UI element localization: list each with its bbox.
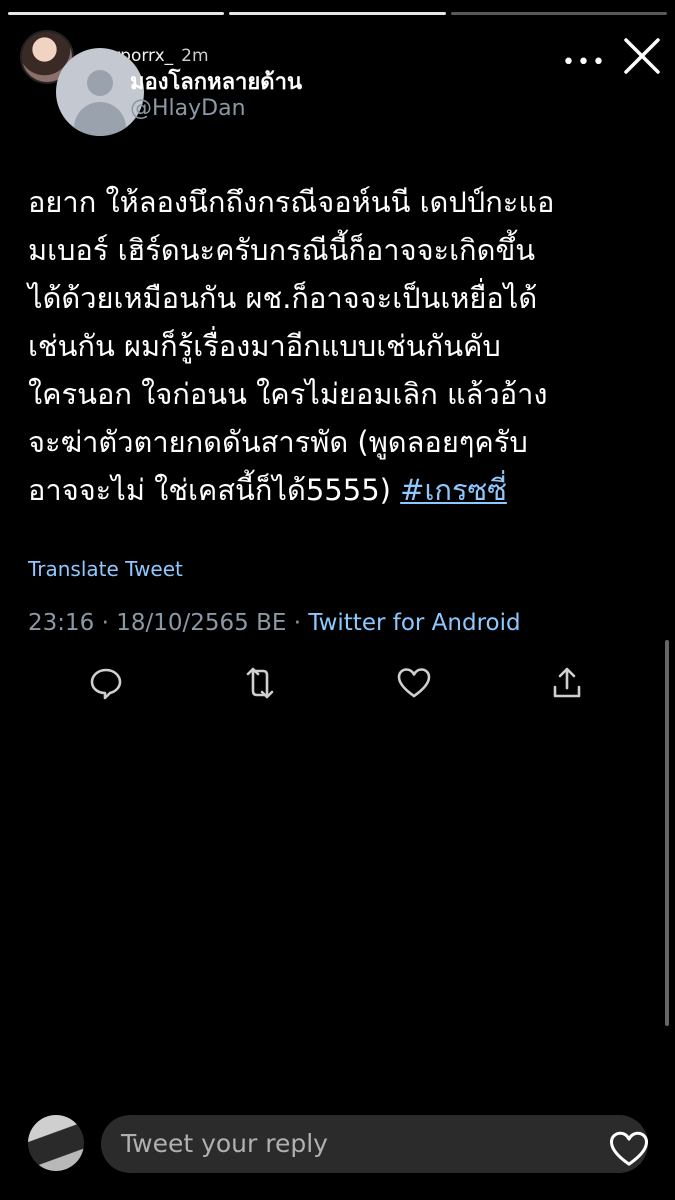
translate-tweet-link[interactable]: Translate Tweet [28,557,183,581]
tweet-text-fragment: อาจจะไม่ ใช่เคสนี้ก็ได้5555) [28,473,401,507]
tweet-display-name[interactable]: มองโลกหลายด้าน [130,64,302,99]
retweet-icon[interactable] [242,665,278,701]
tweet-text-line: อยาก ให้ลองนึกถึงกรณีจอห์นนี เดปป์กะแอ [28,185,555,219]
avatar-head-shape [87,70,113,96]
reply-input-placeholder[interactable]: Tweet your reply [121,1115,328,1173]
close-icon[interactable] [620,34,664,78]
tweet-source-link[interactable]: Twitter for Android [308,610,520,636]
tweet-text: อยาก ให้ลองนึกถึงกรณีจอห์นนี เดปป์กะแอ ม… [28,178,653,514]
more-dots-icon[interactable]: ••• [562,50,607,75]
viewer-avatar [28,1115,84,1171]
heart-icon[interactable] [608,1128,650,1170]
progress-segment [450,12,667,15]
progress-segment [8,12,225,15]
reply-field[interactable]: Tweet your reply [101,1115,648,1173]
tweet-timestamp: 23:16 · 18/10/2565 BE · [28,610,309,636]
tweet-text-line: ใครนอก ใจก่อนน ใครไม่ยอมเลิก แล้วอ้าง [28,377,548,411]
scrollbar[interactable] [665,640,669,1026]
tweet-text-line: จะฆ่าตัวตายกดดันสารพัด (พูดลอยๆครับ [28,425,528,459]
avatar-body-shape [74,102,126,136]
like-icon[interactable] [396,665,432,701]
tweet-text-line: ได้ด้วยเหมือนกัน ผช.ก็อาจจะเป็นเหยื่อได้ [28,281,538,315]
tweet-text-line: เช่นกัน ผมก็รู้เรื่องมาอีกแบบเช่นกันคับ [28,329,501,363]
tweet-text-line: มเบอร์ เฮิร์ดนะครับกรณีนี้ก็อาจจะเกิดขึ้… [28,233,536,267]
tweet-meta: 23:16 · 18/10/2565 BE · Twitter for Andr… [28,610,521,636]
tweet-handle[interactable]: @HlayDan [130,96,246,121]
reply-icon[interactable] [88,665,124,701]
share-icon[interactable] [549,665,585,701]
hashtag-link[interactable]: #เกรซซี่ [400,473,507,507]
progress-segment [229,12,446,15]
story-time: 2m [181,46,209,66]
story-progress-bar [8,12,667,15]
tweet-text-line-last: อาจจะไม่ ใช่เคสนี้ก็ได้5555) #เกรซซี่ [28,466,653,514]
